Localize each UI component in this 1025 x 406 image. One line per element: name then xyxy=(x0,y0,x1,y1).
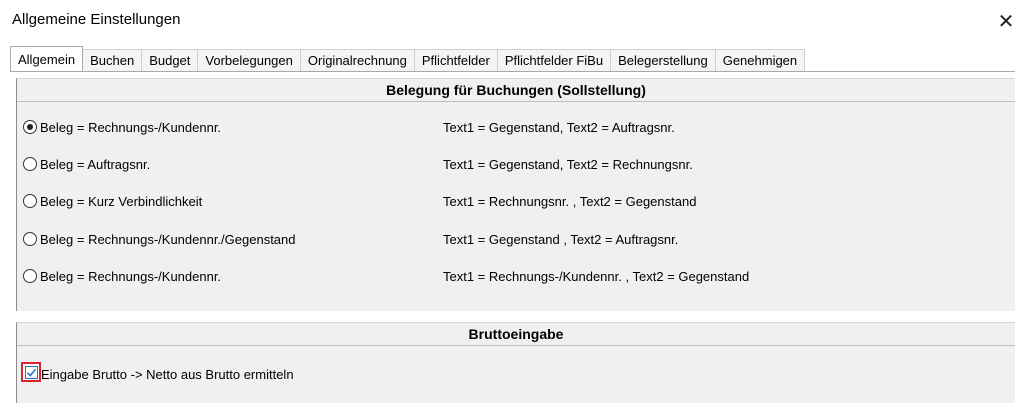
option-label: Beleg = Auftragsnr. xyxy=(40,156,151,172)
checkbox-label: Eingabe Brutto -> Netto aus Brutto ermit… xyxy=(41,367,294,382)
option-row-3[interactable]: Beleg = Kurz Verbindlichkeit Text1 = Rec… xyxy=(23,190,1015,212)
option-label: Beleg = Rechnungs-/Kundennr. xyxy=(40,119,222,135)
radio-icon[interactable] xyxy=(23,269,37,283)
radio-selected-icon[interactable] xyxy=(23,120,37,134)
tab-originalrechnung[interactable]: Originalrechnung xyxy=(299,49,415,71)
tab-genehmigen[interactable]: Genehmigen xyxy=(714,49,806,71)
title-bar: Allgemeine Einstellungen ✕ xyxy=(0,0,1025,42)
option-label: Beleg = Kurz Verbindlichkeit xyxy=(40,193,203,209)
option-text: Text1 = Rechnungs-/Kundennr. , Text2 = G… xyxy=(443,268,750,284)
section-header-bruttoeingabe: Bruttoeingabe xyxy=(17,323,1015,346)
radio-icon[interactable] xyxy=(23,157,37,171)
tab-budget[interactable]: Budget xyxy=(141,49,199,71)
radio-icon[interactable] xyxy=(23,194,37,208)
option-label: Beleg = Rechnungs-/Kundennr./Gegenstand xyxy=(40,231,296,247)
section-header-belegung: Belegung für Buchungen (Sollstellung) xyxy=(17,79,1015,102)
radio-icon[interactable] xyxy=(23,232,37,246)
option-text: Text1 = Rechnungsnr. , Text2 = Gegenstan… xyxy=(443,193,697,209)
checkmark-icon xyxy=(26,368,36,377)
close-icon[interactable]: ✕ xyxy=(993,8,1019,34)
option-row-5[interactable]: Beleg = Rechnungs-/Kundennr. Text1 = Rec… xyxy=(23,265,1015,287)
tab-vorbelegungen[interactable]: Vorbelegungen xyxy=(197,49,301,71)
checkbox-highlight[interactable] xyxy=(21,362,41,382)
tab-divider xyxy=(10,71,1015,72)
option-text: Text1 = Gegenstand, Text2 = Auftragsnr. xyxy=(443,119,675,135)
tab-buchen[interactable]: Buchen xyxy=(82,49,143,71)
option-label: Beleg = Rechnungs-/Kundennr. xyxy=(40,268,222,284)
tab-pflichtfelder-fibu[interactable]: Pflichtfelder FiBu xyxy=(496,49,612,71)
belegung-panel: Belegung für Buchungen (Sollstellung) Be… xyxy=(16,78,1015,311)
window-title: Allgemeine Einstellungen xyxy=(12,11,181,28)
checkbox-checked-icon[interactable] xyxy=(24,365,38,379)
tab-allgemein[interactable]: Allgemein xyxy=(10,46,84,71)
option-text: Text1 = Gegenstand , Text2 = Auftragsnr. xyxy=(443,231,679,247)
option-row-2[interactable]: Beleg = Auftragsnr. Text1 = Gegenstand, … xyxy=(23,153,1015,175)
option-row-1[interactable]: Beleg = Rechnungs-/Kundennr. Text1 = Geg… xyxy=(23,116,1015,138)
tab-belegerstellung[interactable]: Belegerstellung xyxy=(610,49,716,71)
option-text: Text1 = Gegenstand, Text2 = Rechnungsnr. xyxy=(443,156,693,172)
tab-pflichtfelder[interactable]: Pflichtfelder xyxy=(413,49,498,71)
option-row-4[interactable]: Beleg = Rechnungs-/Kundennr./Gegenstand … xyxy=(23,228,1015,250)
tab-bar: Allgemein Buchen Budget Vorbelegungen Or… xyxy=(10,46,1015,71)
bruttoeingabe-panel: Bruttoeingabe Eingabe Brutto -> Netto au… xyxy=(16,322,1015,403)
